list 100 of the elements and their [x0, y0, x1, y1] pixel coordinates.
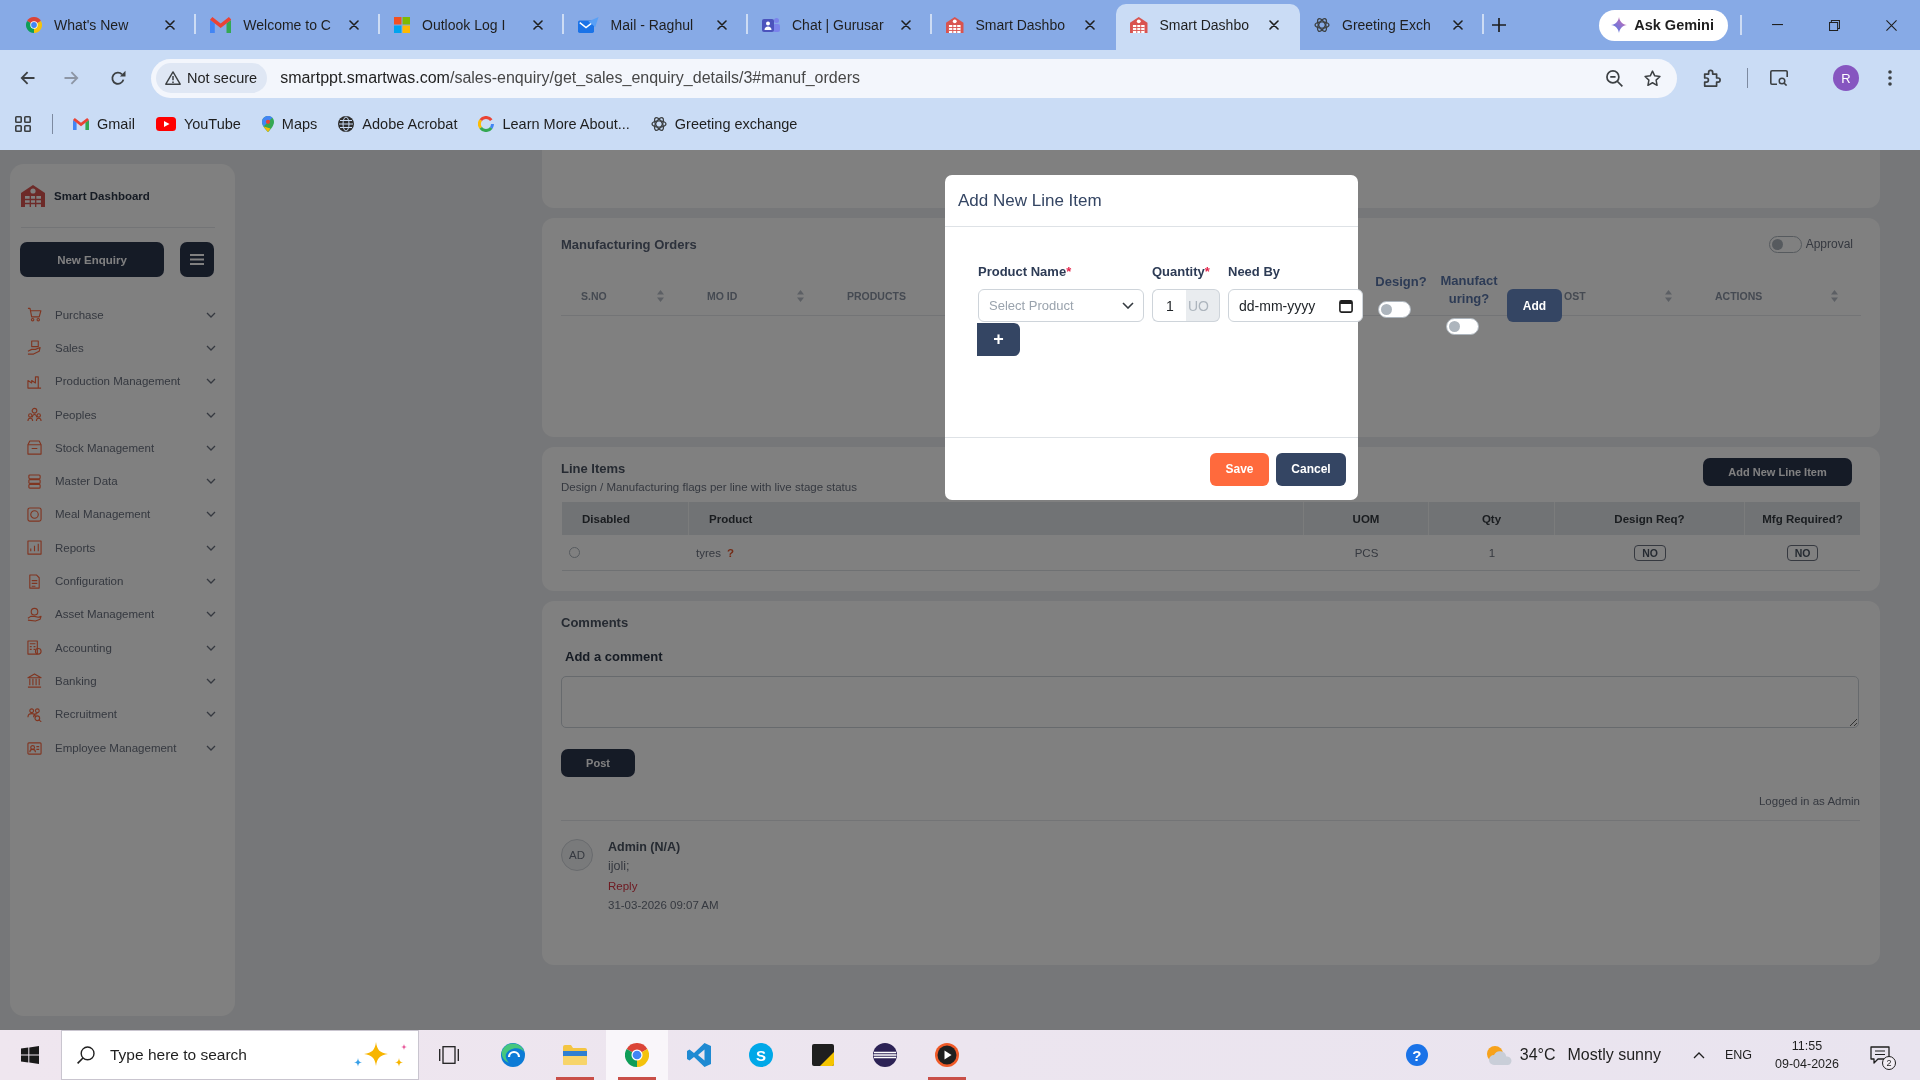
browser-tab[interactable]: Welcome to C	[196, 4, 380, 50]
taskbar-button[interactable]: S	[730, 1030, 792, 1080]
sidebar-item[interactable]: Asset Management	[10, 597, 235, 631]
required-mark: *	[1066, 263, 1072, 279]
browser-tab[interactable]: Greeting Exch	[1300, 4, 1484, 50]
folder-icon	[563, 1045, 587, 1065]
address-bar[interactable]: Not secure smartppt.smartwas.com/sales-enquiry/get_sales_enquiry_details/3#manuf_orders	[151, 58, 1677, 98]
sidebar-item[interactable]: Stock Management	[10, 431, 235, 465]
weather-text[interactable]: Mostly sunny	[1567, 1046, 1661, 1064]
menu-button[interactable]	[180, 242, 214, 277]
toggle-switch[interactable]	[1768, 235, 1802, 253]
radio-button[interactable]	[569, 547, 580, 558]
letter-circle-icon: S	[749, 1043, 773, 1067]
clock-date[interactable]: 09-04-2026	[1775, 1055, 1839, 1073]
save-button[interactable]: Save	[1210, 452, 1269, 486]
sidebar-item[interactable]: Production Management	[10, 364, 235, 398]
avatar: AD	[561, 839, 593, 871]
select-field[interactable]: Select Product	[978, 289, 1144, 322]
browser-tab[interactable]: Smart Dashbo	[932, 4, 1116, 50]
more-icon[interactable]	[1888, 70, 1892, 86]
language-indicator[interactable]: ENG	[1724, 1048, 1752, 1062]
help-icon[interactable]: ?	[1405, 1044, 1428, 1066]
cancel-button[interactable]: Cancel	[1276, 452, 1346, 486]
required-mark: *	[1204, 263, 1210, 279]
restore-icon[interactable]	[1829, 19, 1840, 31]
close-icon[interactable]	[901, 20, 911, 30]
close-icon[interactable]	[533, 20, 543, 30]
post-button[interactable]: Post	[561, 749, 635, 777]
sidebar-item[interactable]: Recruitment	[10, 697, 235, 731]
search-icon	[77, 1046, 95, 1064]
sidebar-item[interactable]: Accounting	[10, 630, 235, 665]
field-label: Add a comment	[565, 649, 664, 665]
reply-link[interactable]: Reply	[608, 876, 638, 896]
sidebar-item[interactable]: Purchase	[10, 298, 235, 332]
bookmark-link[interactable]: Learn More About...	[478, 116, 630, 132]
sidebar-item[interactable]: Employee Management	[10, 730, 235, 765]
close-icon[interactable]	[1085, 20, 1095, 30]
browser-tab[interactable]: Mail - Raghul	[564, 4, 748, 50]
close-icon[interactable]	[1453, 20, 1463, 30]
bookmark-link[interactable]: Adobe Acrobat	[338, 116, 458, 132]
sidebar-item[interactable]: Reports	[10, 531, 235, 565]
browser-tab[interactable]: What's New	[12, 4, 196, 50]
temperature-text[interactable]: 34°C	[1519, 1046, 1556, 1064]
reload-icon[interactable]	[110, 70, 126, 86]
close-icon[interactable]	[349, 20, 359, 30]
document-icon	[27, 573, 42, 589]
calendar-icon[interactable]	[1339, 298, 1353, 313]
assistant-button[interactable]: Ask Gemini	[1599, 9, 1728, 41]
sidebar-item[interactable]: Banking	[10, 664, 235, 698]
tricolor-circle-icon	[26, 17, 42, 33]
menu-icon	[190, 254, 204, 265]
add-row-button[interactable]: +	[977, 323, 1020, 356]
field-label: Quantity	[1152, 263, 1205, 279]
browser-tab[interactable]: Chat | Gurusar	[748, 4, 932, 50]
sort-icon	[1665, 289, 1672, 302]
puzzle-icon[interactable]	[1703, 69, 1721, 87]
new-enquiry-button[interactable]: New Enquiry	[20, 242, 164, 277]
search-field[interactable]: Type here to search	[61, 1030, 419, 1080]
server-icon	[27, 473, 42, 489]
add-button[interactable]: Add	[1507, 289, 1562, 322]
sidebar-item[interactable]: Sales	[10, 331, 235, 365]
close-icon[interactable]	[717, 20, 727, 30]
plus-icon[interactable]	[1492, 18, 1506, 32]
close-icon[interactable]	[1886, 19, 1897, 31]
globe-icon	[338, 116, 355, 132]
clock-time[interactable]: 11:55	[1791, 1037, 1823, 1055]
zoom-out-icon[interactable]	[1606, 69, 1623, 87]
bookmark-link[interactable]: Gmail	[73, 116, 135, 132]
tab-search-icon[interactable]	[1770, 70, 1788, 86]
bookmark-link[interactable]: Greeting exchange	[650, 116, 798, 132]
start-icon[interactable]	[21, 1046, 39, 1064]
bookmark-link[interactable]: Maps	[261, 116, 318, 132]
bookmark-link[interactable]: YouTube	[155, 116, 241, 132]
sidebar-item[interactable]: Peoples	[10, 397, 235, 432]
envelope-icon	[73, 118, 89, 130]
security-chip[interactable]: Not secure	[156, 63, 268, 93]
profile-avatar[interactable]: R	[1833, 65, 1859, 91]
box-hand-icon	[27, 340, 42, 356]
close-icon[interactable]	[165, 20, 175, 30]
close-icon[interactable]	[1269, 20, 1279, 30]
browser-tab[interactable]: Smart Dashbo	[1116, 4, 1300, 50]
sidebar-item[interactable]: Meal Management	[10, 497, 235, 532]
sidebar-item[interactable]: Configuration	[10, 564, 235, 598]
apps-grid-icon[interactable]	[15, 116, 31, 132]
notification-icon[interactable]	[1870, 1046, 1890, 1064]
chevron-up-icon[interactable]	[1692, 1051, 1705, 1059]
back-icon[interactable]	[19, 70, 35, 86]
browser-tab[interactable]: Outlook Log I	[380, 4, 564, 50]
play-circle-icon	[935, 1043, 959, 1067]
add-line-item-button[interactable]: Add New Line Item	[1703, 458, 1852, 486]
section-title: Comments	[561, 615, 630, 631]
sort-icon	[657, 289, 664, 302]
date-field[interactable]: dd-mm-yyyy	[1228, 289, 1363, 322]
warehouse-icon	[1130, 17, 1148, 33]
minimize-icon[interactable]	[1772, 24, 1783, 26]
sidebar-item[interactable]: Master Data	[10, 464, 235, 498]
task-view-icon[interactable]	[439, 1046, 459, 1064]
table-cell: tyres	[696, 546, 721, 559]
comment-field[interactable]	[561, 676, 1859, 728]
star-icon[interactable]	[1644, 69, 1661, 87]
